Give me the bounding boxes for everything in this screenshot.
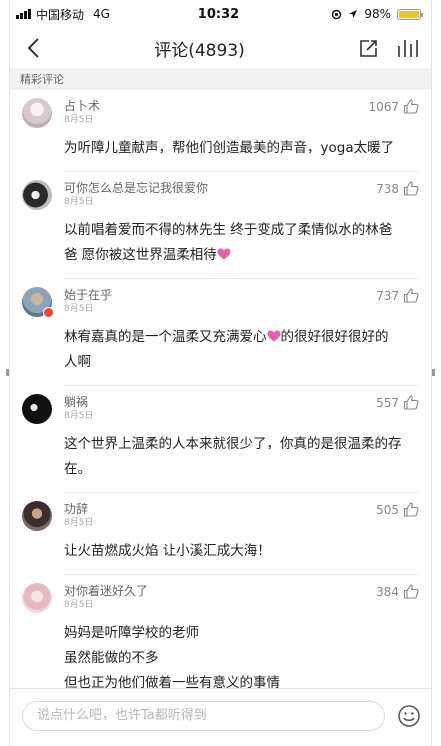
comment-date: 8月5日 bbox=[64, 197, 94, 207]
phone-screen: 中国移动 4G 10:32 98% 评论(4893) 精彩评论 占卜术 8月5日… bbox=[9, 0, 432, 746]
comment-line: 让火苗燃成火焰 让小溪汇成大海！ bbox=[64, 543, 271, 559]
comment-item: 可你怎么总是忘记我很爱你 8月5日 738 以前唱着爱而不得的林先生 终于变成了… bbox=[10, 172, 431, 279]
emoji-icon[interactable] bbox=[397, 704, 421, 728]
like-button[interactable]: 737 bbox=[376, 287, 419, 303]
comment-date: 8月5日 bbox=[64, 115, 94, 125]
comment-text: 以前唱着爱而不得的林先生 终于变成了柔情似水的林爸 爸 愿你被这世界温柔相待 bbox=[64, 218, 419, 268]
section-header: 精彩评论 bbox=[10, 68, 431, 90]
comment-username[interactable]: 始于在乎 bbox=[64, 287, 112, 303]
share-icon[interactable] bbox=[359, 38, 379, 58]
battery-percent: 98% bbox=[364, 7, 391, 21]
purple-heart-icon bbox=[267, 330, 280, 342]
thumbs-up-icon bbox=[403, 288, 419, 303]
avatar[interactable] bbox=[22, 287, 54, 318]
comment-input-bar bbox=[10, 688, 431, 746]
comment-item: 占卜术 8月5日 1067 为听障儿童献声，帮他们创造最美的声音，yoga太暖了 bbox=[10, 90, 431, 172]
like-count: 384 bbox=[376, 584, 399, 599]
comment-text: 妈妈是听障学校的老师 虽然能做的不多 但也正为他们做着一些有意义的事情 bbox=[64, 621, 419, 688]
like-count: 1067 bbox=[368, 99, 399, 114]
like-button[interactable]: 557 bbox=[376, 394, 419, 410]
audio-bars-icon[interactable] bbox=[397, 38, 419, 58]
status-time: 10:32 bbox=[197, 6, 240, 22]
comment-line: 林宥嘉真的是一个温柔又充满爱心 bbox=[64, 329, 267, 345]
like-button[interactable]: 738 bbox=[376, 180, 419, 196]
avatar[interactable] bbox=[22, 180, 52, 210]
like-count: 505 bbox=[376, 502, 399, 517]
comment-line: 但也正为他们做着一些有意义的事情 bbox=[64, 675, 280, 688]
comment-text: 为听障儿童献声，帮他们创造最美的声音，yoga太暖了 bbox=[64, 136, 419, 161]
thumbs-up-icon bbox=[403, 181, 419, 196]
comment-line: 以前唱着爱而不得的林先生 终于变成了柔情似水的林爸 bbox=[64, 222, 393, 238]
carrier: 中国移动 bbox=[36, 7, 85, 22]
comment-date: 8月5日 bbox=[64, 411, 94, 421]
like-button[interactable]: 1067 bbox=[368, 98, 419, 114]
comment-list[interactable]: 占卜术 8月5日 1067 为听障儿童献声，帮他们创造最美的声音，yoga太暖了 bbox=[10, 90, 431, 688]
like-button[interactable]: 505 bbox=[376, 501, 419, 517]
purple-heart-icon bbox=[217, 248, 231, 260]
thumbs-up-icon bbox=[403, 584, 419, 599]
thumbs-up-icon bbox=[403, 395, 419, 410]
avatar[interactable] bbox=[22, 394, 52, 424]
comment-date: 8月5日 bbox=[64, 518, 94, 528]
comment-line: 在。 bbox=[64, 461, 91, 477]
like-count: 557 bbox=[376, 395, 399, 410]
signal-icon bbox=[16, 9, 31, 19]
comment-line: 爸 愿你被这世界温柔相待 bbox=[64, 247, 217, 263]
like-button[interactable]: 384 bbox=[376, 583, 419, 599]
comment-line-with-heart: 林宥嘉真的是一个温柔又充满爱心 的很好很好很好的 bbox=[64, 325, 419, 350]
battery-icon bbox=[396, 8, 423, 20]
thumbs-up-icon bbox=[403, 502, 419, 517]
comment-line: 人啊 bbox=[64, 354, 91, 370]
verified-badge-icon bbox=[43, 307, 54, 318]
nav-bar: 评论(4893) bbox=[10, 28, 431, 68]
comment-username[interactable]: 占卜术 bbox=[64, 98, 100, 114]
comment-date: 8月5日 bbox=[64, 304, 94, 314]
comment-item: 始于在乎 8月5日 737 林宥嘉真的是一个温柔又充满爱心 的很好很好很好的 人啊 bbox=[10, 279, 431, 386]
avatar[interactable] bbox=[22, 501, 52, 531]
network-type: 4G bbox=[93, 7, 110, 21]
comment-text: 林宥嘉真的是一个温柔又充满爱心 的很好很好很好的 人啊 bbox=[64, 325, 419, 375]
comment-username[interactable]: 可你怎么总是忘记我很爱你 bbox=[64, 180, 208, 196]
comment-date: 8月5日 bbox=[64, 600, 94, 610]
comment-username[interactable]: 对你着迷好久了 bbox=[64, 583, 148, 599]
comment-line: 妈妈是听障学校的老师 bbox=[64, 625, 199, 641]
comment-item: 对你着迷好久了 8月5日 384 妈妈是听障学校的老师 虽然能做的不多 但也正为… bbox=[10, 575, 431, 688]
comment-line-with-heart: 爸 愿你被这世界温柔相待 bbox=[64, 243, 419, 268]
comment-line: 虽然能做的不多 bbox=[64, 650, 159, 666]
page-title: 评论(4893) bbox=[154, 40, 245, 61]
orientation-lock-icon bbox=[332, 9, 342, 19]
location-icon bbox=[349, 10, 358, 18]
comment-text: 这个世界上温柔的人本来就很少了，你真的是很温柔的存 在。 bbox=[64, 432, 419, 482]
comment-line: 的很好很好很好的 bbox=[280, 329, 389, 345]
comment-line: 为听障儿童献声，帮他们创造最美的声音，yoga太暖了 bbox=[64, 140, 395, 156]
back-icon[interactable] bbox=[26, 37, 40, 59]
comment-text: 让火苗燃成火焰 让小溪汇成大海！ bbox=[64, 539, 419, 564]
avatar[interactable] bbox=[22, 98, 52, 128]
comment-username[interactable]: 功辞 bbox=[64, 501, 93, 517]
comment-username[interactable]: 躺祸 bbox=[64, 394, 93, 410]
status-bar: 中国移动 4G 10:32 98% bbox=[10, 0, 431, 28]
comment-item: 躺祸 8月5日 557 这个世界上温柔的人本来就很少了，你真的是很温柔的存 在。 bbox=[10, 386, 431, 493]
thumbs-up-icon bbox=[403, 99, 419, 114]
comment-line: 这个世界上温柔的人本来就很少了，你真的是很温柔的存 bbox=[64, 436, 402, 452]
avatar[interactable] bbox=[22, 583, 52, 613]
like-count: 738 bbox=[376, 181, 399, 196]
like-count: 737 bbox=[376, 288, 399, 303]
comment-item: 功辞 8月5日 505 让火苗燃成火焰 让小溪汇成大海！ bbox=[10, 493, 431, 575]
comment-input[interactable] bbox=[22, 700, 385, 731]
